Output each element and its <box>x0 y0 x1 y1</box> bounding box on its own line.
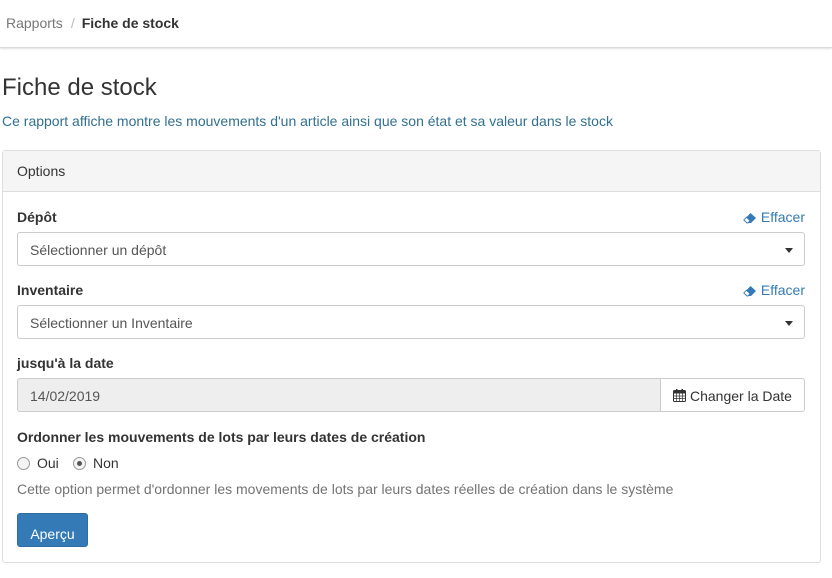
breadcrumb: Rapports / Fiche de stock <box>6 15 179 31</box>
radio-non[interactable] <box>73 457 86 470</box>
breadcrumb-separator: / <box>70 15 75 31</box>
radio-non-label[interactable]: Non <box>93 455 119 471</box>
panel-heading: Options <box>3 151 820 192</box>
change-date-label: Changer la Date <box>690 388 792 404</box>
date-field[interactable]: 14/02/2019 <box>17 378 661 412</box>
page-title: Fiche de stock <box>2 74 157 101</box>
page-description: Ce rapport affiche montre les mouvements… <box>2 113 613 129</box>
date-label: jusqu'à la date <box>17 355 114 371</box>
eraser-icon <box>743 213 756 224</box>
depot-select-placeholder: Sélectionner un dépôt <box>30 242 167 258</box>
radio-oui-label[interactable]: Oui <box>37 455 59 471</box>
order-help-text: Cette option permet d'ordonner les movem… <box>17 481 674 497</box>
date-value: 14/02/2019 <box>30 388 101 404</box>
depot-clear-label: Effacer <box>760 209 805 225</box>
options-panel: Options Dépôt Effacer Sélectionner un dé… <box>2 150 821 563</box>
depot-select[interactable]: Sélectionner un dépôt <box>17 232 805 266</box>
inventaire-select[interactable]: Sélectionner un Inventaire <box>17 305 805 339</box>
caret-down-icon <box>785 321 793 326</box>
inventaire-select-placeholder: Sélectionner un Inventaire <box>30 315 193 331</box>
calendar-icon <box>673 389 686 402</box>
eraser-icon <box>743 286 756 297</box>
inventaire-clear-link[interactable]: Effacer <box>743 282 805 298</box>
radio-oui[interactable] <box>17 457 30 470</box>
breadcrumb-current: Fiche de stock <box>81 15 179 31</box>
inventaire-clear-label: Effacer <box>760 282 805 298</box>
depot-label: Dépôt <box>17 209 57 225</box>
panel-title: Options <box>17 163 66 179</box>
date-input-group: 14/02/2019 Changer la Date <box>17 378 805 412</box>
change-date-button[interactable]: Changer la Date <box>660 378 805 412</box>
preview-button[interactable]: Aperçu <box>17 513 88 547</box>
order-label: Ordonner les mouvements de lots par leur… <box>17 429 426 445</box>
breadcrumb-link-rapports[interactable]: Rapports <box>6 15 63 31</box>
top-bar: Rapports / Fiche de stock <box>0 0 832 48</box>
depot-clear-link[interactable]: Effacer <box>743 209 805 225</box>
caret-down-icon <box>785 248 793 253</box>
inventaire-label: Inventaire <box>17 282 84 298</box>
